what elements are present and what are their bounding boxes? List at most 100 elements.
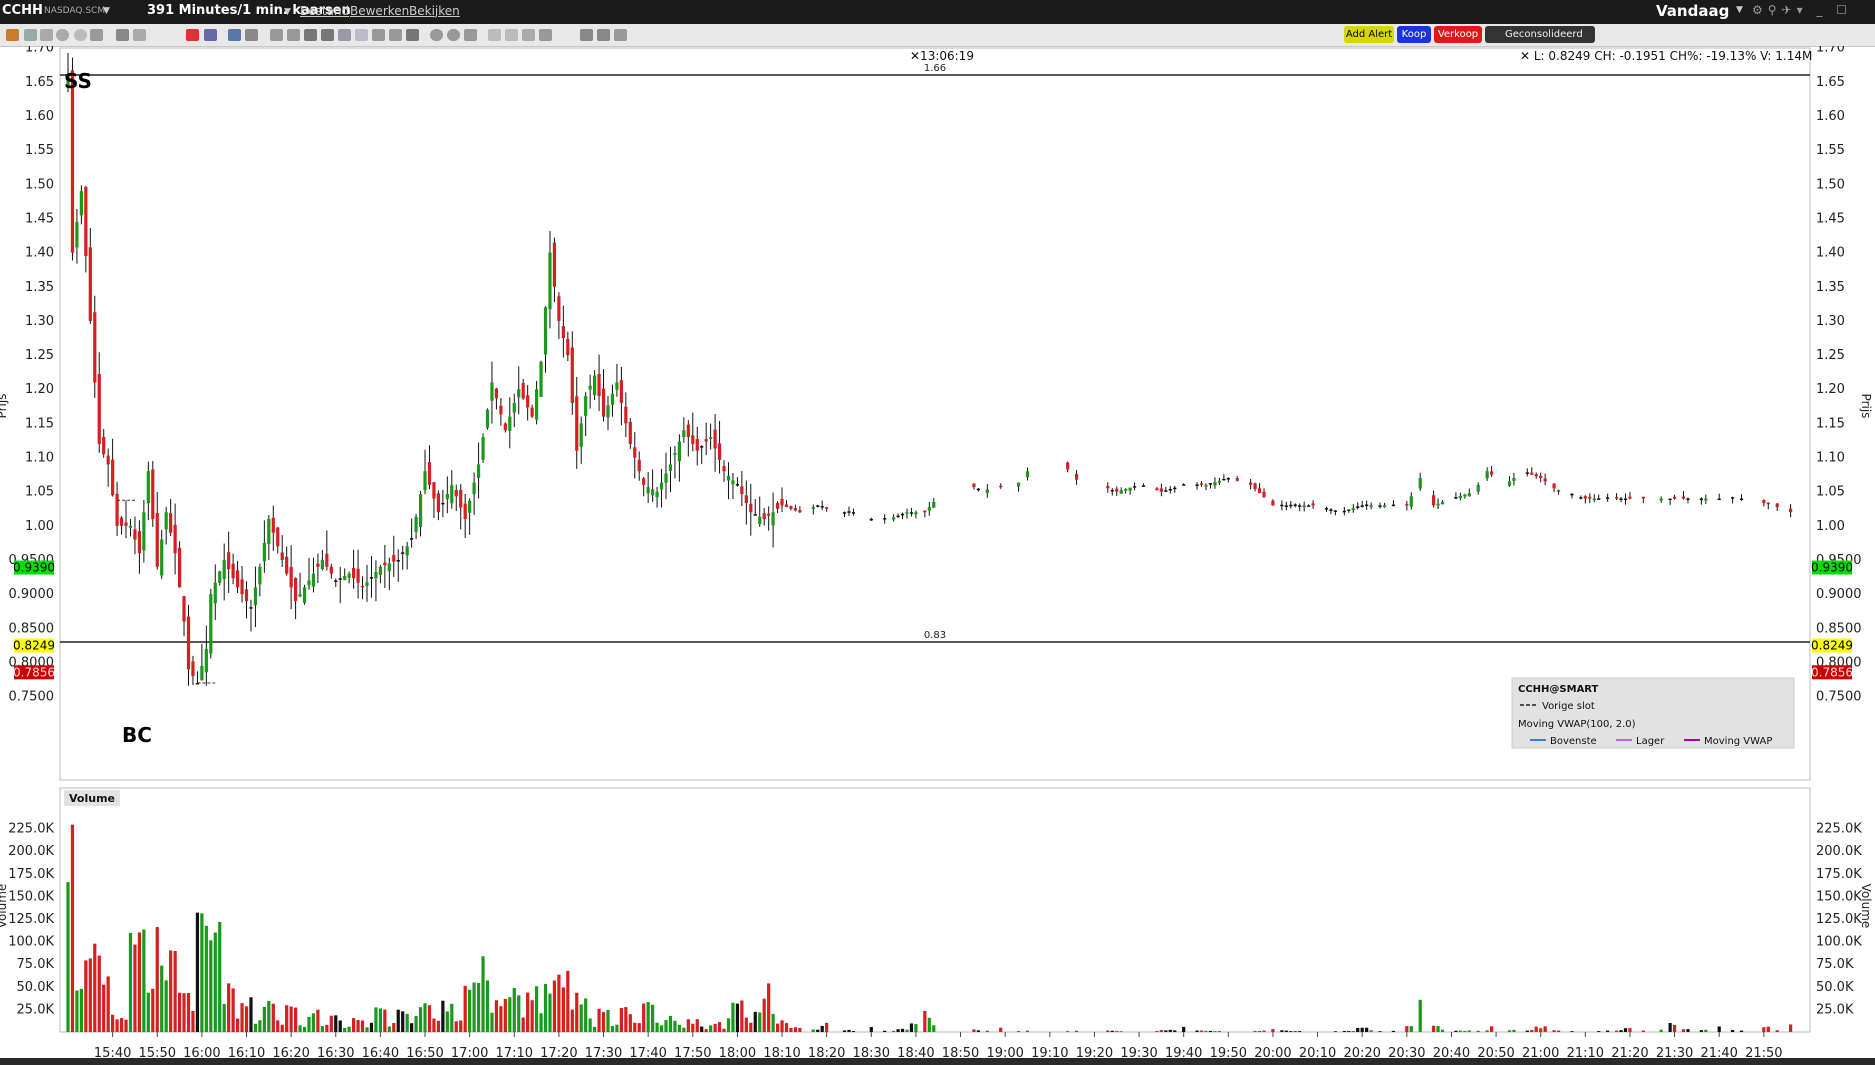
text-icon[interactable] — [321, 29, 334, 41]
price-tick-label-left: 1.15 — [25, 416, 54, 431]
candle-body — [735, 484, 740, 486]
layout-icon[interactable] — [90, 29, 103, 41]
magnet-icon[interactable] — [614, 29, 627, 41]
symbol-label[interactable]: CCHH — [2, 3, 43, 18]
candle-body — [1016, 482, 1021, 487]
volume-bar — [883, 1030, 887, 1032]
volume-bar — [927, 1017, 931, 1032]
candle-body — [512, 402, 516, 413]
volume-bar — [793, 1027, 798, 1032]
volume-bar — [1378, 1031, 1382, 1032]
clock-icon[interactable] — [56, 29, 69, 41]
candle-body — [160, 539, 164, 576]
candle-body — [1253, 483, 1257, 489]
title-bar: CCHH NASDAQ.SCM ▼ 391 Minutes/1 min. kaa… — [0, 0, 1875, 24]
trendline-icon[interactable] — [287, 29, 300, 41]
buy-button[interactable]: Koop — [1397, 26, 1431, 43]
volume-bar — [1110, 1030, 1114, 1032]
symbol-dropdown-icon[interactable]: ▼ — [103, 6, 110, 16]
time-tick-label: 19:30 — [1120, 1046, 1157, 1058]
bell-icon[interactable] — [245, 29, 258, 41]
add-alert-button[interactable]: Add Alert — [1344, 26, 1394, 43]
volume-bar — [677, 1024, 681, 1032]
price-tick-label-right: 1.70 — [1816, 46, 1845, 56]
scroll-right-icon[interactable] — [522, 29, 535, 41]
volume-bar — [784, 1023, 789, 1032]
price-tick-label-left: 1.25 — [25, 348, 54, 363]
volume-bar — [713, 1023, 717, 1032]
fib-icon[interactable] — [372, 29, 385, 41]
cursor-icon[interactable] — [6, 29, 19, 41]
volume-bar — [646, 1002, 650, 1032]
candle-body — [722, 466, 726, 472]
price-volume-chart[interactable]: 1.66 0.83 1.70 1.70 1.65 1.65 1.60 1.60 1.55 1.5… — [0, 46, 1875, 1058]
mountain-icon[interactable] — [228, 29, 241, 41]
candle-body — [1614, 497, 1619, 499]
header-quote: ✕ L: 0.8249 CH: -0.1951 CH%: -19.13% V: … — [1520, 49, 1812, 63]
scroll-center-icon[interactable] — [505, 29, 518, 41]
volume-tick-label-left: 50.0K — [17, 980, 55, 995]
candle-body — [1235, 478, 1239, 481]
window-icon[interactable] — [133, 29, 146, 41]
period-dropdown-icon[interactable]: ▼ — [1736, 5, 1743, 15]
volume-bar — [735, 1003, 740, 1032]
volume-bar — [717, 1022, 722, 1032]
rectangle-icon[interactable] — [304, 29, 317, 41]
grid-icon[interactable] — [24, 29, 37, 41]
volume-bar — [1458, 1030, 1462, 1032]
undo-icon[interactable] — [338, 29, 351, 41]
candle-body — [526, 395, 530, 408]
candle-body — [851, 512, 856, 514]
volume-bar — [360, 1020, 365, 1032]
shield-icon[interactable] — [580, 29, 593, 41]
annotation-ss[interactable]: SS — [64, 69, 92, 93]
candle-body — [200, 665, 204, 681]
candle-body — [1436, 503, 1440, 506]
candle-body — [1681, 496, 1686, 499]
zoom-fit-icon[interactable] — [464, 29, 477, 41]
candle-body — [709, 437, 713, 439]
candle-body — [1391, 504, 1396, 507]
interval-dropdown-icon[interactable]: ▼ — [284, 7, 291, 17]
consolidated-button[interactable]: Geconsolideerd — [1485, 26, 1595, 43]
chart-settings-icon[interactable] — [116, 29, 129, 41]
period-selector[interactable]: Vandaag — [1656, 2, 1729, 20]
candle-body — [517, 389, 521, 398]
candle-body — [1641, 496, 1645, 499]
candle-body — [1293, 504, 1297, 506]
candle-body — [1534, 474, 1538, 477]
menu-bestand[interactable]: Bestand — [300, 4, 349, 18]
zoom-out-icon[interactable] — [447, 29, 460, 41]
sell-button[interactable]: Verkoop — [1434, 26, 1482, 43]
volume-bar — [642, 1003, 646, 1032]
volume-bar — [972, 1029, 976, 1032]
window-controls[interactable]: ⚙⚲✈▾ _ ☐ — [1752, 3, 1852, 17]
candle-body — [655, 491, 659, 498]
price-tick-label-left: 1.45 — [25, 211, 54, 226]
price-tick-label-right: 1.00 — [1816, 519, 1845, 534]
draw-line-icon[interactable] — [186, 29, 199, 41]
volume-bar — [1606, 1030, 1610, 1032]
volume-bar — [227, 983, 231, 1032]
crosshair-icon[interactable] — [270, 29, 283, 41]
bars-icon[interactable] — [204, 29, 217, 41]
annotation-bc[interactable]: BC — [122, 723, 152, 747]
redo-icon[interactable] — [355, 29, 368, 41]
volume-bar — [195, 912, 200, 1032]
link-icon[interactable] — [539, 29, 552, 41]
print-icon[interactable] — [40, 29, 53, 41]
menu-bekijken[interactable]: Bekijken — [409, 4, 460, 18]
zoom-in-icon[interactable] — [430, 29, 443, 41]
pencil-icon[interactable] — [389, 29, 402, 41]
scroll-left-icon[interactable] — [488, 29, 501, 41]
candle-body — [597, 373, 601, 397]
circle-icon[interactable] — [74, 29, 87, 41]
channel-icon[interactable] — [406, 29, 419, 41]
refresh-icon[interactable] — [597, 29, 610, 41]
menu-bewerken[interactable]: Bewerken — [350, 4, 409, 18]
candle-body — [276, 527, 280, 547]
time-tick-label: 18:30 — [853, 1046, 890, 1058]
time-tick-label: 18:20 — [808, 1046, 845, 1058]
candle-body — [1730, 497, 1735, 499]
candle-body — [999, 485, 1003, 488]
